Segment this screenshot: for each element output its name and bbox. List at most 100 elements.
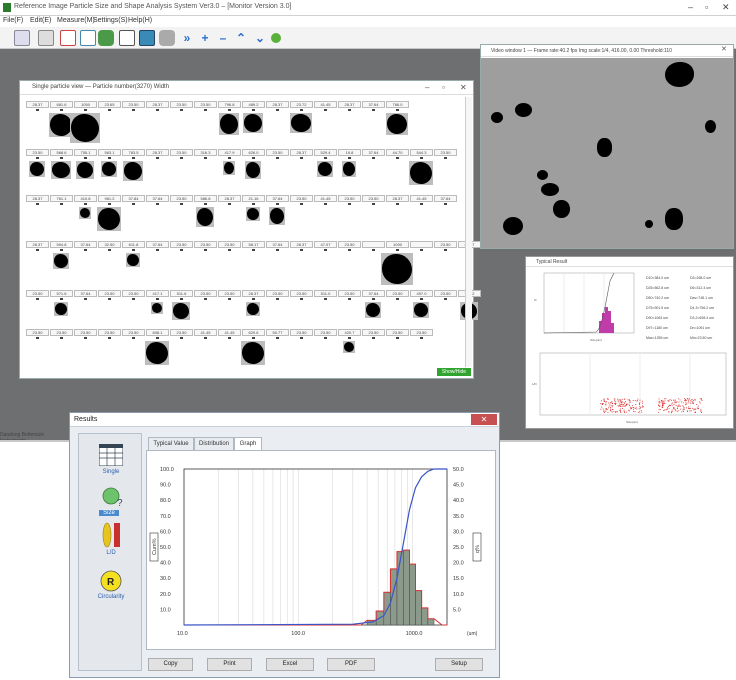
particle-cell[interactable]: 23.50 — [122, 329, 145, 379]
particle-cell[interactable]: 44.70 — [386, 149, 409, 199]
particle-cell[interactable]: 529.4 — [314, 149, 337, 199]
particle-cell[interactable]: 47.07 — [314, 241, 337, 291]
particle-cell[interactable] — [410, 241, 433, 291]
particle-cell[interactable]: 420.7 — [338, 329, 361, 379]
grid-icon[interactable] — [139, 30, 155, 46]
particle-cell[interactable]: 23.50 — [218, 241, 241, 291]
particle-cell[interactable]: 28.37 — [26, 241, 49, 291]
particle-cell[interactable]: 23.50 — [434, 149, 457, 199]
particle-cell[interactable]: 23.50 — [194, 101, 217, 151]
minus-icon[interactable]: – — [215, 30, 231, 46]
particle-cell[interactable]: 23.50 — [170, 195, 193, 245]
particle-cell[interactable]: 41.45 — [410, 195, 433, 245]
particle-cell[interactable]: 28.37 — [146, 149, 169, 199]
video-close-button[interactable]: ✕ — [721, 45, 727, 53]
particle-cell[interactable]: 28.37 — [290, 149, 313, 199]
table-icon[interactable] — [99, 444, 123, 466]
particle-cell[interactable]: 19.8 — [338, 149, 361, 199]
particle-cell[interactable]: 28.37 — [218, 195, 241, 245]
pdf-icon[interactable] — [60, 30, 76, 46]
particle-cell[interactable]: 37.64 — [362, 101, 385, 151]
setup-button[interactable]: Setup — [435, 658, 483, 671]
particle-cell[interactable]: 796.8 — [218, 101, 241, 151]
circularity-icon[interactable]: R — [100, 570, 122, 592]
particle-cell[interactable]: 489.2 — [242, 101, 265, 151]
particle-cell[interactable]: 23.50 — [26, 329, 49, 379]
particle-cell[interactable]: 23.50 — [194, 241, 217, 291]
particle-cell[interactable]: 23.50 — [290, 329, 313, 379]
menu-edit[interactable]: Edit(E) — [30, 17, 51, 24]
particle-cell[interactable]: 28.37 — [338, 101, 361, 151]
particle-cell[interactable]: 28.37 — [26, 101, 49, 151]
particle-cell[interactable]: 755.1 — [74, 149, 97, 199]
particle-cell[interactable]: 23.50 — [386, 329, 409, 379]
menu-file[interactable]: File(F) — [3, 17, 23, 24]
table-icon[interactable] — [119, 30, 135, 46]
double-up-icon[interactable]: ⌃ — [233, 30, 249, 46]
particle-cell[interactable]: 23.50 — [290, 195, 313, 245]
particle-cell[interactable]: 961.2 — [97, 195, 121, 245]
tab-typical-value[interactable]: Typical Value — [148, 437, 194, 451]
particle-cell[interactable]: 626.0 — [242, 149, 265, 199]
particle-cell[interactable]: 316.3 — [194, 149, 217, 199]
spv-scrollbar[interactable] — [465, 97, 472, 367]
particle-cell[interactable]: 568.6 — [50, 149, 73, 199]
particle-cell[interactable]: 23.50 — [74, 329, 97, 379]
menu-help[interactable]: Help(H) — [128, 17, 152, 24]
particle-cell[interactable]: 28.37 — [290, 241, 313, 291]
particle-cell[interactable]: 28.37 — [386, 195, 409, 245]
particle-cell[interactable]: 41.45 — [194, 329, 217, 379]
copy-button[interactable]: Copy — [148, 658, 193, 671]
spv-close-button[interactable]: ✕ — [460, 83, 467, 92]
results-close-button[interactable]: ✕ — [471, 414, 497, 425]
menu-settings[interactable]: Settings(S) — [93, 17, 128, 24]
particle-cell[interactable]: 23.50 — [26, 149, 49, 199]
particle-cell[interactable]: 23.50 — [338, 195, 361, 245]
particle-cell[interactable]: 23.50 — [170, 329, 193, 379]
particle-cell[interactable]: 37.64 — [266, 241, 289, 291]
particle-cell[interactable]: 23.50 — [410, 329, 433, 379]
particle-cell[interactable]: 28.37 — [146, 101, 169, 151]
particle-cell[interactable]: 761.1 — [50, 195, 73, 245]
particle-cell[interactable]: 28.37 — [266, 101, 289, 151]
print-button[interactable]: Print — [207, 658, 252, 671]
maximize-button[interactable]: ▫ — [705, 2, 708, 12]
open-icon[interactable] — [14, 30, 30, 46]
particle-cell[interactable]: 594.8 — [50, 241, 73, 291]
particle-cell[interactable]: 783.5 — [122, 149, 145, 199]
particle-cell[interactable]: 21.16 — [242, 195, 265, 245]
length-diameter-icon[interactable] — [101, 522, 123, 548]
particle-cell[interactable]: 37.64 — [362, 149, 385, 199]
plus-icon[interactable]: + — [197, 30, 213, 46]
particle-cell[interactable]: 23.50 — [314, 329, 337, 379]
particle-cell[interactable]: 28.37 — [26, 195, 49, 245]
excel-button[interactable]: Excel — [266, 658, 314, 671]
particle-cell[interactable]: 23.50 — [434, 290, 457, 340]
size-label[interactable]: Size — [99, 510, 119, 516]
particle-cell[interactable]: 41.45 — [314, 101, 337, 151]
particle-cell[interactable]: 41.45 — [218, 329, 241, 379]
capture-icon[interactable] — [98, 30, 114, 46]
particle-cell[interactable]: 23.50 — [170, 241, 193, 291]
particle-cell[interactable]: 544.3 — [409, 149, 433, 199]
particle-cell[interactable]: 37.64 — [146, 195, 169, 245]
pdf-button[interactable]: PDF — [327, 658, 375, 671]
particle-cell[interactable]: 417.9 — [218, 149, 241, 199]
particle-cell[interactable]: 37.64 — [434, 195, 457, 245]
particle-cell[interactable]: 23.50 — [362, 329, 385, 379]
close-button[interactable]: ✕ — [722, 2, 730, 13]
particle-cell[interactable]: 23.50 — [362, 195, 385, 245]
settings-icon[interactable] — [38, 30, 54, 46]
fast-forward-icon[interactable]: » — [179, 30, 195, 46]
single-label[interactable]: Single — [79, 469, 143, 475]
circularity-label[interactable]: Circularity — [79, 594, 143, 600]
menu-measure[interactable]: Measure(M) — [57, 17, 95, 24]
tab-distribution[interactable]: Distribution — [194, 437, 234, 451]
particle-cell[interactable]: 37.64 — [266, 195, 289, 245]
particle-cell[interactable]: 23.50 — [434, 241, 457, 291]
particle-cell[interactable]: 37.84 — [122, 195, 145, 245]
particle-cell[interactable]: 629.6 — [241, 329, 265, 379]
particle-cell[interactable]: 23.50 — [170, 149, 193, 199]
particle-cell[interactable]: 23.65 — [98, 101, 121, 151]
double-down-icon[interactable]: ⌄ — [252, 30, 268, 46]
